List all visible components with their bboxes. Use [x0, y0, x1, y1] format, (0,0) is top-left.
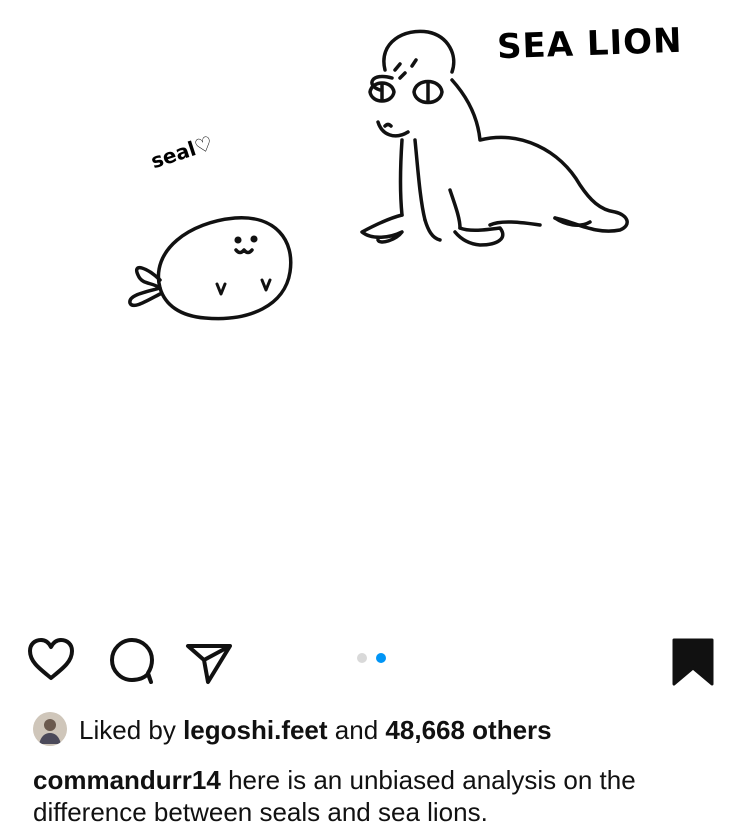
carousel-dot [376, 653, 386, 663]
paper-plane-icon[interactable] [184, 636, 234, 686]
carousel-dot [357, 653, 367, 663]
doodle-drawing [128, 29, 629, 321]
bookmark-icon[interactable] [668, 636, 718, 686]
likes-text: Liked by legoshi.feet and 48,668 others [79, 715, 552, 746]
heart-icon[interactable] [26, 636, 76, 686]
post-caption: commandurr14 here is an unbiased analysi… [33, 764, 733, 828]
seal-face [234, 248, 254, 255]
likes-conjunction: and [334, 715, 379, 745]
comment-bubble-icon[interactable] [108, 636, 158, 686]
liker-username[interactable]: legoshi.feet [183, 715, 327, 745]
avatar[interactable] [33, 712, 67, 746]
likes-prefix: Liked by [79, 715, 176, 745]
likes-others-count[interactable]: 48,668 others [385, 715, 551, 745]
seal-body [156, 216, 293, 321]
sealion-body [450, 78, 629, 233]
seal-tail [128, 265, 162, 308]
caption-username[interactable]: commandurr14 [33, 765, 221, 795]
sealion-head [382, 29, 456, 74]
sealion-flipper-left [360, 213, 404, 244]
post-action-bar [0, 630, 750, 694]
sealion-label: SEA LION [496, 20, 684, 68]
post-image[interactable]: SEA LION seal♡ [0, 0, 750, 620]
likes-summary: Liked by legoshi.feet and 48,668 others [33, 712, 733, 748]
sealion-flipper-right [453, 226, 505, 247]
